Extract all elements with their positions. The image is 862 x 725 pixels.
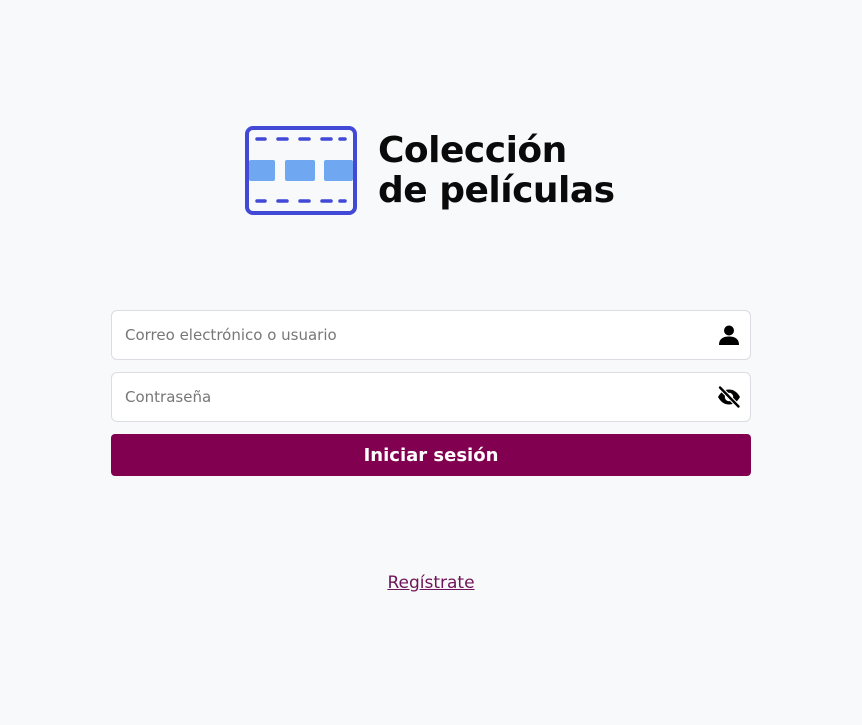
login-form: Iniciar sesión [111,310,751,476]
user-input[interactable] [112,311,750,359]
login-button[interactable]: Iniciar sesión [111,434,751,476]
password-field-wrapper [111,372,751,422]
app-title: Colección de películas [378,129,615,211]
user-field-wrapper [111,310,751,360]
brand-logo: Colección de películas [245,126,615,215]
login-page: Colección de películas Iniciar sesión Re [0,0,862,725]
film-strip-icon [245,126,357,215]
password-input[interactable] [112,373,750,421]
app-title-line2: de películas [378,169,615,211]
register-container: Regístrate [0,573,862,593]
user-icon [719,325,739,345]
eye-slash-icon[interactable] [717,385,741,409]
app-title-line1: Colección [378,129,567,171]
register-link[interactable]: Regístrate [387,573,474,593]
